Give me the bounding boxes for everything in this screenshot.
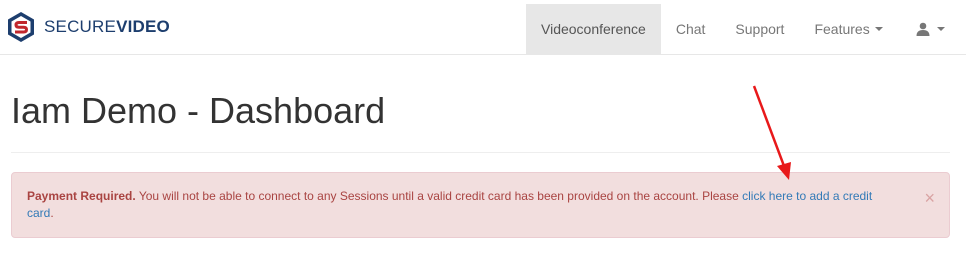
- top-navbar: SECUREVIDEO Videoconference Chat Support…: [0, 0, 966, 55]
- nav-item-chat[interactable]: Chat: [661, 4, 721, 54]
- securevideo-logo-icon: [8, 12, 34, 42]
- brand-name-part1: SECURE: [44, 17, 117, 36]
- nav-label-support: Support: [735, 21, 785, 37]
- brand-logo-link[interactable]: SECUREVIDEO: [6, 9, 170, 45]
- nav-item-features[interactable]: Features: [799, 4, 897, 54]
- nav-label-features: Features: [814, 21, 870, 37]
- alert-message-suffix: .: [50, 206, 54, 220]
- close-icon[interactable]: ×: [924, 189, 935, 207]
- brand-name-part2: VIDEO: [116, 17, 170, 36]
- nav-label-videoconference: Videoconference: [541, 21, 646, 37]
- alert-heading: Payment Required.: [27, 189, 136, 203]
- chevron-down-icon: [874, 27, 883, 31]
- nav-label-chat: Chat: [675, 21, 706, 37]
- page-title: Iam Demo - Dashboard: [11, 90, 386, 131]
- user-menu-toggle[interactable]: [898, 4, 957, 54]
- alert-message: You will not be able to connect to any S…: [135, 189, 743, 203]
- chevron-down-icon: [936, 27, 945, 31]
- user-icon: [916, 22, 930, 36]
- brand-name: SECUREVIDEO: [44, 17, 170, 37]
- payment-required-alert: Payment Required. You will not be able t…: [11, 172, 950, 238]
- header-divider: [11, 152, 950, 153]
- main-nav: Videoconference Chat Support Features: [526, 4, 957, 54]
- nav-item-support[interactable]: Support: [720, 4, 799, 54]
- annotation-arrow-icon: [752, 85, 791, 180]
- nav-item-videoconference[interactable]: Videoconference: [526, 4, 661, 54]
